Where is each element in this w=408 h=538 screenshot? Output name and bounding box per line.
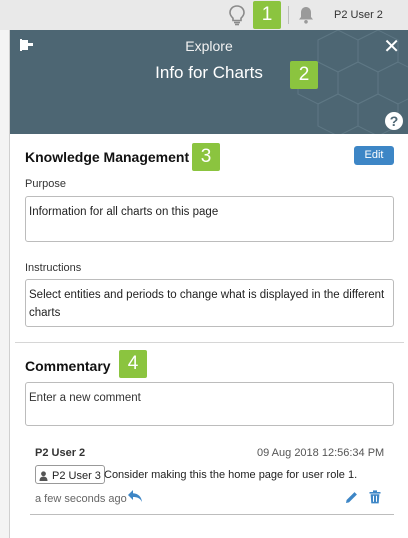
- section-divider: [15, 342, 404, 343]
- callout-marker-4: 4: [119, 350, 147, 378]
- explore-header: Explore Info for Charts ✕ ?: [10, 30, 408, 134]
- help-icon[interactable]: ?: [385, 112, 403, 130]
- header-title: Info for Charts: [155, 63, 263, 82]
- lightbulb-icon[interactable]: [226, 4, 248, 26]
- new-comment-input[interactable]: Enter a new comment: [25, 382, 394, 426]
- comment-author: P2 User 2: [35, 447, 86, 459]
- comment-divider: [30, 514, 394, 515]
- purpose-label: Purpose: [25, 178, 66, 190]
- comment-relative-time: a few seconds ago: [35, 493, 127, 505]
- current-user-name[interactable]: P2 User 2: [334, 9, 383, 21]
- trash-icon[interactable]: [369, 490, 381, 504]
- header-subtitle: Explore: [185, 38, 233, 54]
- top-bar: P2 User 2: [0, 0, 408, 30]
- left-panel-strip: [0, 0, 10, 538]
- pencil-icon[interactable]: [345, 491, 358, 504]
- mention-name: P2 User 3: [52, 469, 101, 482]
- edit-button[interactable]: Edit: [354, 146, 394, 165]
- callout-marker-3: 3: [192, 143, 220, 171]
- commentary-title: Commentary: [25, 358, 111, 374]
- comment-text: Consider making this the home page for u…: [104, 469, 358, 481]
- user-mention-tag[interactable]: P2 User 3: [35, 465, 105, 484]
- purpose-field[interactable]: Information for all charts on this page: [25, 196, 394, 242]
- topbar-divider: [288, 6, 289, 24]
- callout-marker-2: 2: [290, 61, 318, 89]
- close-icon[interactable]: ✕: [383, 34, 400, 59]
- user-icon: [39, 470, 48, 481]
- bell-icon[interactable]: [296, 5, 316, 25]
- reply-icon[interactable]: [127, 489, 143, 503]
- comment-timestamp: 09 Aug 2018 12:56:34 PM: [257, 447, 385, 459]
- callout-marker-1: 1: [253, 1, 281, 29]
- instructions-field[interactable]: Select entities and periods to change wh…: [25, 279, 394, 327]
- instructions-label: Instructions: [25, 262, 82, 274]
- knowledge-management-title: Knowledge Management: [25, 149, 190, 165]
